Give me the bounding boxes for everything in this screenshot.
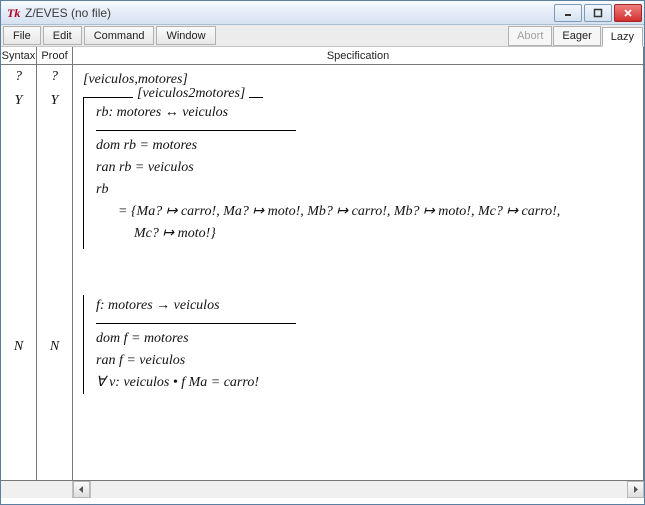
scrollbar-pad <box>1 481 73 498</box>
syntax-column: ? Y N <box>1 65 37 480</box>
proof-mark: Y <box>37 89 72 113</box>
minimize-button[interactable] <box>554 4 582 22</box>
close-button[interactable] <box>614 4 642 22</box>
horizontal-scrollbar[interactable] <box>1 481 644 498</box>
scroll-track[interactable] <box>90 481 627 498</box>
proof-column: ? Y N <box>37 65 73 480</box>
column-header-row: Syntax Proof Specification <box>1 47 644 65</box>
spacer <box>83 249 633 295</box>
specification-pane[interactable]: [veiculos,motores] [veiculos2motores] rb… <box>73 65 644 480</box>
schema-pred: = {Ma? ↦ carro!, Ma? ↦ moto!, Mb? ↦ carr… <box>96 201 633 223</box>
tab-abort[interactable]: Abort <box>508 26 552 46</box>
column-header-spec: Specification <box>73 47 644 64</box>
column-header-syntax: Syntax <box>1 47 37 64</box>
schema-box: [veiculos2motores] <box>83 97 263 98</box>
menu-command[interactable]: Command <box>84 26 155 45</box>
schema-pred: ran rb = veiculos <box>96 157 633 179</box>
axdef-decl: f: motores → veiculos <box>96 295 633 317</box>
menu-window[interactable]: Window <box>156 26 215 45</box>
syntax-mark: ? <box>1 65 36 89</box>
proof-mark: ? <box>37 65 72 89</box>
scroll-right-button[interactable] <box>627 481 644 498</box>
window-buttons <box>554 4 642 22</box>
scroll-left-button[interactable] <box>73 481 90 498</box>
spacer <box>37 113 72 335</box>
specification-text: [veiculos,motores] [veiculos2motores] rb… <box>73 65 643 402</box>
tab-lazy[interactable]: Lazy <box>602 27 643 47</box>
syntax-mark: N <box>1 335 36 359</box>
spacer <box>1 113 36 335</box>
axdef-divider <box>96 323 296 324</box>
axdef-box: f: motores → veiculos dom f = motores ra… <box>83 295 633 394</box>
proof-mark: N <box>37 335 72 359</box>
menu-file[interactable]: File <box>3 26 41 45</box>
schema-decl: rb: motores ↔ veiculos <box>96 102 633 124</box>
schema-divider <box>96 130 296 131</box>
schema-pred: rb <box>96 179 633 201</box>
schema-body: rb: motores ↔ veiculos dom rb = motores … <box>83 98 633 249</box>
schema-name: [veiculos2motores] <box>133 86 249 102</box>
bottom-border <box>1 498 644 504</box>
axdef-pred: dom f = motores <box>96 328 633 350</box>
menubar: File Edit Command Window Abort Eager Laz… <box>1 25 644 47</box>
axdef-pred: ran f = veiculos <box>96 350 633 372</box>
content-area: ? Y N ? Y N [veiculos,motores] [veiculos… <box>1 65 644 481</box>
menu-edit[interactable]: Edit <box>43 26 82 45</box>
column-header-proof: Proof <box>37 47 73 64</box>
syntax-mark: Y <box>1 89 36 113</box>
app-icon: Tk <box>7 6 21 20</box>
tab-eager[interactable]: Eager <box>553 26 600 46</box>
maximize-button[interactable] <box>584 4 612 22</box>
schema-pred: Mc? ↦ moto!} <box>96 223 633 245</box>
schema-pred: dom rb = motores <box>96 135 633 157</box>
axdef-pred: ∀ v: veiculos • f Ma = carro! <box>96 372 633 394</box>
window-title: Z/EVES (no file) <box>25 6 554 20</box>
titlebar: Tk Z/EVES (no file) <box>1 1 644 25</box>
menubar-spacer <box>216 25 509 46</box>
window: Tk Z/EVES (no file) File Edit Command Wi… <box>0 0 645 505</box>
